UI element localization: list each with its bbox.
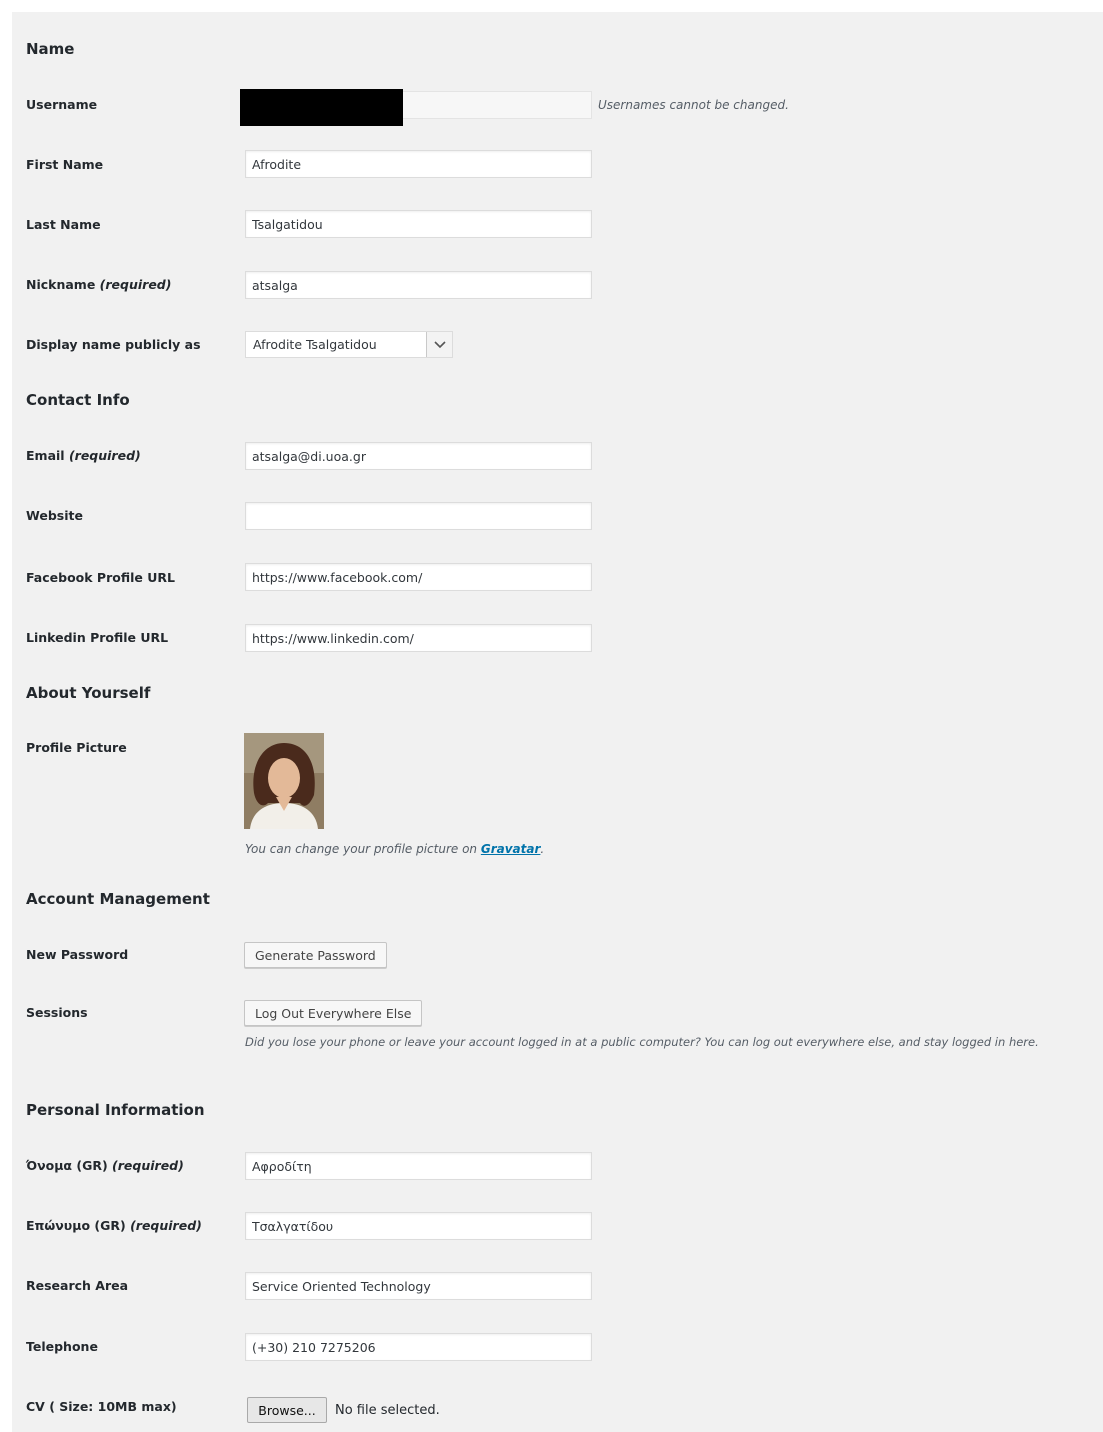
surname-gr-field[interactable] (245, 1212, 592, 1240)
email-label-text: Email (26, 448, 65, 463)
last-name-label: Last Name (26, 217, 101, 232)
telephone-field[interactable] (245, 1333, 592, 1361)
browse-file-button[interactable]: Browse... (247, 1397, 327, 1423)
generate-password-button[interactable]: Generate Password (244, 942, 387, 968)
redacted-block (240, 89, 403, 126)
profile-picture-description: You can change your profile picture on G… (245, 841, 544, 857)
first-name-label: First Name (26, 157, 104, 172)
linkedin-url-field[interactable] (245, 624, 592, 652)
username-description: Usernames cannot be changed. (598, 98, 789, 112)
email-label: Email (required) (26, 448, 141, 464)
avatar (244, 733, 324, 829)
new-password-label: New Password (26, 947, 129, 962)
linkedin-label: Linkedin Profile URL (26, 630, 169, 645)
last-name-field[interactable] (245, 210, 592, 238)
section-title-contact: Contact Info (26, 391, 130, 409)
chevron-down-icon[interactable] (426, 332, 452, 357)
surname-gr-label: Επώνυμο (GR) (required) (26, 1218, 202, 1234)
name-gr-label-text: Όνομα (GR) (26, 1158, 108, 1173)
required-tag: (required) (112, 1158, 184, 1173)
profile-picture-label: Profile Picture (26, 740, 127, 755)
email-field[interactable] (245, 442, 592, 470)
name-gr-label: Όνομα (GR) (required) (26, 1158, 184, 1174)
facebook-url-field[interactable] (245, 563, 592, 591)
nickname-label: Nickname (required) (26, 277, 171, 293)
research-area-field[interactable] (245, 1272, 592, 1300)
display-name-selected: Afrodite Tsalgatidou (253, 337, 377, 352)
section-title-account: Account Management (26, 890, 210, 908)
display-name-select[interactable]: Afrodite Tsalgatidou (245, 331, 453, 358)
first-name-field[interactable] (245, 150, 592, 178)
nickname-field[interactable] (245, 271, 592, 299)
required-tag: (required) (99, 277, 172, 292)
required-tag: (required) (68, 448, 141, 463)
website-field[interactable] (245, 502, 592, 530)
name-gr-field[interactable] (245, 1152, 592, 1180)
log-out-everywhere-button[interactable]: Log Out Everywhere Else (244, 1000, 423, 1026)
username-label: Username (26, 97, 98, 112)
section-title-name: Name (26, 40, 75, 58)
gravatar-link[interactable]: Gravatar (481, 842, 541, 856)
avatar-portrait-icon (244, 733, 324, 829)
sessions-description: Did you lose your phone or leave your ac… (245, 1035, 1039, 1049)
cv-label: CV ( Size: 10MB max) (26, 1399, 177, 1414)
nickname-label-text: Nickname (26, 277, 96, 292)
sessions-label: Sessions (26, 1005, 88, 1020)
profile-picture-description-prefix: You can change your profile picture on (245, 842, 481, 856)
file-status-text: No file selected. (335, 1403, 440, 1418)
surname-gr-label-text: Επώνυμο (GR) (26, 1218, 126, 1233)
profile-picture-description-suffix: . (540, 842, 545, 856)
website-label: Website (26, 508, 83, 523)
research-area-label: Research Area (26, 1278, 129, 1293)
display-name-label: Display name publicly as (26, 337, 201, 352)
required-tag: (required) (130, 1218, 202, 1233)
telephone-label: Telephone (26, 1339, 98, 1354)
section-title-about: About Yourself (26, 684, 151, 702)
facebook-label: Facebook Profile URL (26, 570, 175, 585)
section-title-personal: Personal Information (26, 1101, 205, 1119)
